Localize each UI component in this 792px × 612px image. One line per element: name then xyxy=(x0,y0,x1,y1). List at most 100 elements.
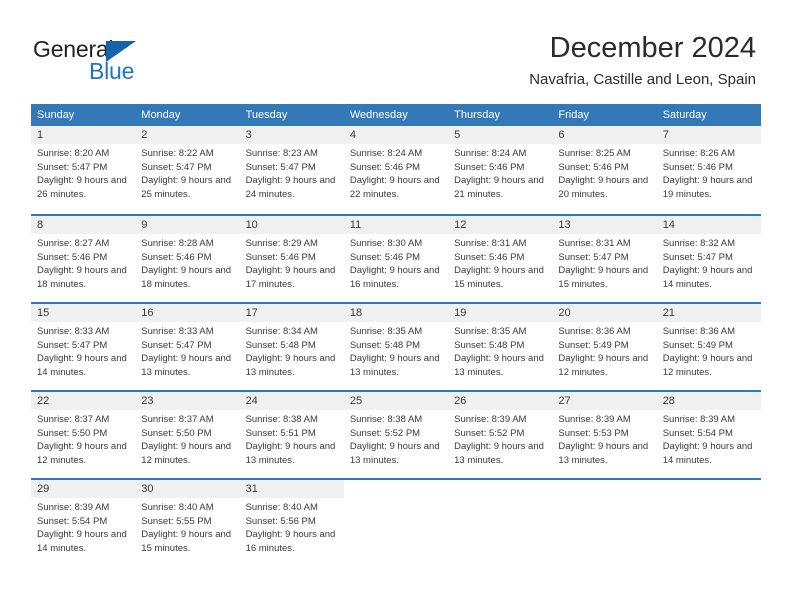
sunset-text: Sunset: 5:50 PM xyxy=(141,427,212,439)
day-cell[interactable]: 7 Sunrise: 8:26 AM Sunset: 5:46 PM Dayli… xyxy=(656,126,761,214)
daylight-text: Daylight: 9 hours and 12 minutes. xyxy=(141,441,232,466)
day-number: 22 xyxy=(31,392,136,410)
daylight-text: Daylight: 9 hours and 15 minutes. xyxy=(141,529,232,554)
day-cell[interactable]: 12 Sunrise: 8:31 AM Sunset: 5:46 PM Dayl… xyxy=(448,216,553,302)
day-cell[interactable]: 29 Sunrise: 8:39 AM Sunset: 5:54 PM Dayl… xyxy=(31,480,136,566)
day-cell[interactable]: 20 Sunrise: 8:36 AM Sunset: 5:49 PM Dayl… xyxy=(552,304,657,390)
day-cell[interactable]: 19 Sunrise: 8:35 AM Sunset: 5:48 PM Dayl… xyxy=(448,304,553,390)
day-number: 29 xyxy=(31,480,136,498)
weekday-header-row: Sunday Monday Tuesday Wednesday Thursday… xyxy=(31,104,761,126)
day-cell[interactable]: 3 Sunrise: 8:23 AM Sunset: 5:47 PM Dayli… xyxy=(239,126,344,214)
sunset-text: Sunset: 5:46 PM xyxy=(245,251,316,263)
day-cell[interactable]: 18 Sunrise: 8:35 AM Sunset: 5:48 PM Dayl… xyxy=(343,304,449,390)
daylight-text: Daylight: 9 hours and 13 minutes. xyxy=(558,441,649,466)
sunset-text: Sunset: 5:51 PM xyxy=(245,427,316,439)
daylight-text: Daylight: 9 hours and 16 minutes. xyxy=(349,265,440,290)
sunrise-text: Sunrise: 8:40 AM xyxy=(245,502,318,513)
day-cell[interactable]: 17 Sunrise: 8:34 AM Sunset: 5:48 PM Dayl… xyxy=(239,304,344,390)
day-info: Sunrise: 8:24 AM Sunset: 5:46 PM Dayligh… xyxy=(344,144,448,201)
day-info: Sunrise: 8:22 AM Sunset: 5:47 PM Dayligh… xyxy=(135,144,239,201)
calendar-grid: Sunday Monday Tuesday Wednesday Thursday… xyxy=(31,104,761,566)
day-cell[interactable]: 31 Sunrise: 8:40 AM Sunset: 5:56 PM Dayl… xyxy=(239,480,344,566)
day-cell[interactable]: 21 Sunrise: 8:36 AM Sunset: 5:49 PM Dayl… xyxy=(656,304,761,390)
day-cell[interactable]: 1 Sunrise: 8:20 AM Sunset: 5:47 PM Dayli… xyxy=(31,126,136,214)
sunset-text: Sunset: 5:47 PM xyxy=(141,161,212,173)
day-number: 14 xyxy=(656,216,761,234)
daylight-text: Daylight: 9 hours and 19 minutes. xyxy=(662,175,753,200)
sunrise-text: Sunrise: 8:31 AM xyxy=(558,238,631,249)
daylight-text: Daylight: 9 hours and 26 minutes. xyxy=(37,175,127,200)
sunset-text: Sunset: 5:52 PM xyxy=(349,427,421,439)
day-cell[interactable]: 5 Sunrise: 8:24 AM Sunset: 5:46 PM Dayli… xyxy=(448,126,553,214)
day-cell[interactable]: 13 Sunrise: 8:31 AM Sunset: 5:47 PM Dayl… xyxy=(552,216,657,302)
page-title: December 2024 xyxy=(549,32,756,64)
sunset-text: Sunset: 5:48 PM xyxy=(245,339,316,351)
day-cell-empty xyxy=(656,480,761,566)
day-cell[interactable]: 14 Sunrise: 8:32 AM Sunset: 5:47 PM Dayl… xyxy=(656,216,761,302)
day-cell[interactable]: 26 Sunrise: 8:39 AM Sunset: 5:52 PM Dayl… xyxy=(448,392,553,478)
day-cell[interactable]: 27 Sunrise: 8:39 AM Sunset: 5:53 PM Dayl… xyxy=(552,392,657,478)
sunrise-text: Sunrise: 8:27 AM xyxy=(37,238,110,249)
sunrise-text: Sunrise: 8:32 AM xyxy=(662,238,736,249)
day-cell[interactable]: 24 Sunrise: 8:38 AM Sunset: 5:51 PM Dayl… xyxy=(239,392,344,478)
day-cell[interactable]: 4 Sunrise: 8:24 AM Sunset: 5:46 PM Dayli… xyxy=(343,126,449,214)
day-cell-empty xyxy=(448,480,553,566)
sunset-text: Sunset: 5:47 PM xyxy=(558,251,629,263)
sunrise-text: Sunrise: 8:22 AM xyxy=(141,148,214,159)
sunrise-text: Sunrise: 8:30 AM xyxy=(349,238,423,249)
day-number: 28 xyxy=(656,392,761,410)
day-cell[interactable]: 28 Sunrise: 8:39 AM Sunset: 5:54 PM Dayl… xyxy=(656,392,761,478)
title-block: December 2024 Navafria, Castille and Leo… xyxy=(529,30,756,91)
daylight-text: Daylight: 9 hours and 13 minutes. xyxy=(349,441,440,466)
day-cell[interactable]: 15 Sunrise: 8:33 AM Sunset: 5:47 PM Dayl… xyxy=(31,304,136,390)
calendar-page: General Blue December 2024 Navafria, Cas… xyxy=(0,0,792,612)
sunset-text: Sunset: 5:47 PM xyxy=(37,161,108,173)
logo-text-blue: Blue xyxy=(89,58,135,84)
week-row: 1 Sunrise: 8:20 AM Sunset: 5:47 PM Dayli… xyxy=(31,126,761,214)
day-info: Sunrise: 8:40 AM Sunset: 5:56 PM Dayligh… xyxy=(240,498,344,555)
page-subtitle: Navafria, Castille and Leon, Spain xyxy=(529,71,756,88)
sunrise-text: Sunrise: 8:39 AM xyxy=(662,414,736,425)
daylight-text: Daylight: 9 hours and 14 minutes. xyxy=(37,529,127,554)
sunset-text: Sunset: 5:53 PM xyxy=(558,427,629,439)
day-info: Sunrise: 8:30 AM Sunset: 5:46 PM Dayligh… xyxy=(344,234,448,291)
day-number: 21 xyxy=(656,304,761,322)
day-info: Sunrise: 8:38 AM Sunset: 5:52 PM Dayligh… xyxy=(344,410,448,467)
day-cell[interactable]: 22 Sunrise: 8:37 AM Sunset: 5:50 PM Dayl… xyxy=(31,392,136,478)
sunset-text: Sunset: 5:46 PM xyxy=(349,161,421,173)
sunset-text: Sunset: 5:49 PM xyxy=(558,339,629,351)
weekday-header-thursday: Thursday xyxy=(454,109,500,121)
day-cell[interactable]: 23 Sunrise: 8:37 AM Sunset: 5:50 PM Dayl… xyxy=(135,392,240,478)
sunrise-text: Sunrise: 8:23 AM xyxy=(245,148,318,159)
day-info: Sunrise: 8:39 AM Sunset: 5:54 PM Dayligh… xyxy=(657,410,761,467)
sunrise-text: Sunrise: 8:34 AM xyxy=(245,326,318,337)
day-cell[interactable]: 11 Sunrise: 8:30 AM Sunset: 5:46 PM Dayl… xyxy=(343,216,449,302)
day-cell[interactable]: 25 Sunrise: 8:38 AM Sunset: 5:52 PM Dayl… xyxy=(343,392,449,478)
day-number: 15 xyxy=(31,304,136,322)
sunrise-text: Sunrise: 8:28 AM xyxy=(141,238,214,249)
day-cell[interactable]: 10 Sunrise: 8:29 AM Sunset: 5:46 PM Dayl… xyxy=(239,216,344,302)
day-cell[interactable]: 30 Sunrise: 8:40 AM Sunset: 5:55 PM Dayl… xyxy=(135,480,240,566)
general-blue-logo[interactable]: General Blue xyxy=(33,36,263,86)
sunset-text: Sunset: 5:46 PM xyxy=(454,161,525,173)
sunset-text: Sunset: 5:47 PM xyxy=(141,339,212,351)
sunrise-text: Sunrise: 8:33 AM xyxy=(141,326,214,337)
sunrise-text: Sunrise: 8:39 AM xyxy=(558,414,631,425)
day-cell[interactable]: 9 Sunrise: 8:28 AM Sunset: 5:46 PM Dayli… xyxy=(135,216,240,302)
day-cell[interactable]: 6 Sunrise: 8:25 AM Sunset: 5:46 PM Dayli… xyxy=(552,126,657,214)
day-number: 10 xyxy=(239,216,344,234)
day-cell[interactable]: 16 Sunrise: 8:33 AM Sunset: 5:47 PM Dayl… xyxy=(135,304,240,390)
page-header: General Blue December 2024 Navafria, Cas… xyxy=(0,0,792,98)
day-cell[interactable]: 8 Sunrise: 8:27 AM Sunset: 5:46 PM Dayli… xyxy=(31,216,136,302)
daylight-text: Daylight: 9 hours and 13 minutes. xyxy=(141,353,232,378)
daylight-text: Daylight: 9 hours and 12 minutes. xyxy=(662,353,753,378)
daylight-text: Daylight: 9 hours and 13 minutes. xyxy=(454,441,544,466)
sunset-text: Sunset: 5:55 PM xyxy=(141,515,212,527)
day-info: Sunrise: 8:38 AM Sunset: 5:51 PM Dayligh… xyxy=(240,410,344,467)
sunset-text: Sunset: 5:47 PM xyxy=(662,251,733,263)
day-cell[interactable]: 2 Sunrise: 8:22 AM Sunset: 5:47 PM Dayli… xyxy=(135,126,240,214)
day-number: 3 xyxy=(239,126,344,144)
day-info: Sunrise: 8:29 AM Sunset: 5:46 PM Dayligh… xyxy=(240,234,344,291)
day-number xyxy=(344,480,448,498)
sunset-text: Sunset: 5:48 PM xyxy=(349,339,421,351)
